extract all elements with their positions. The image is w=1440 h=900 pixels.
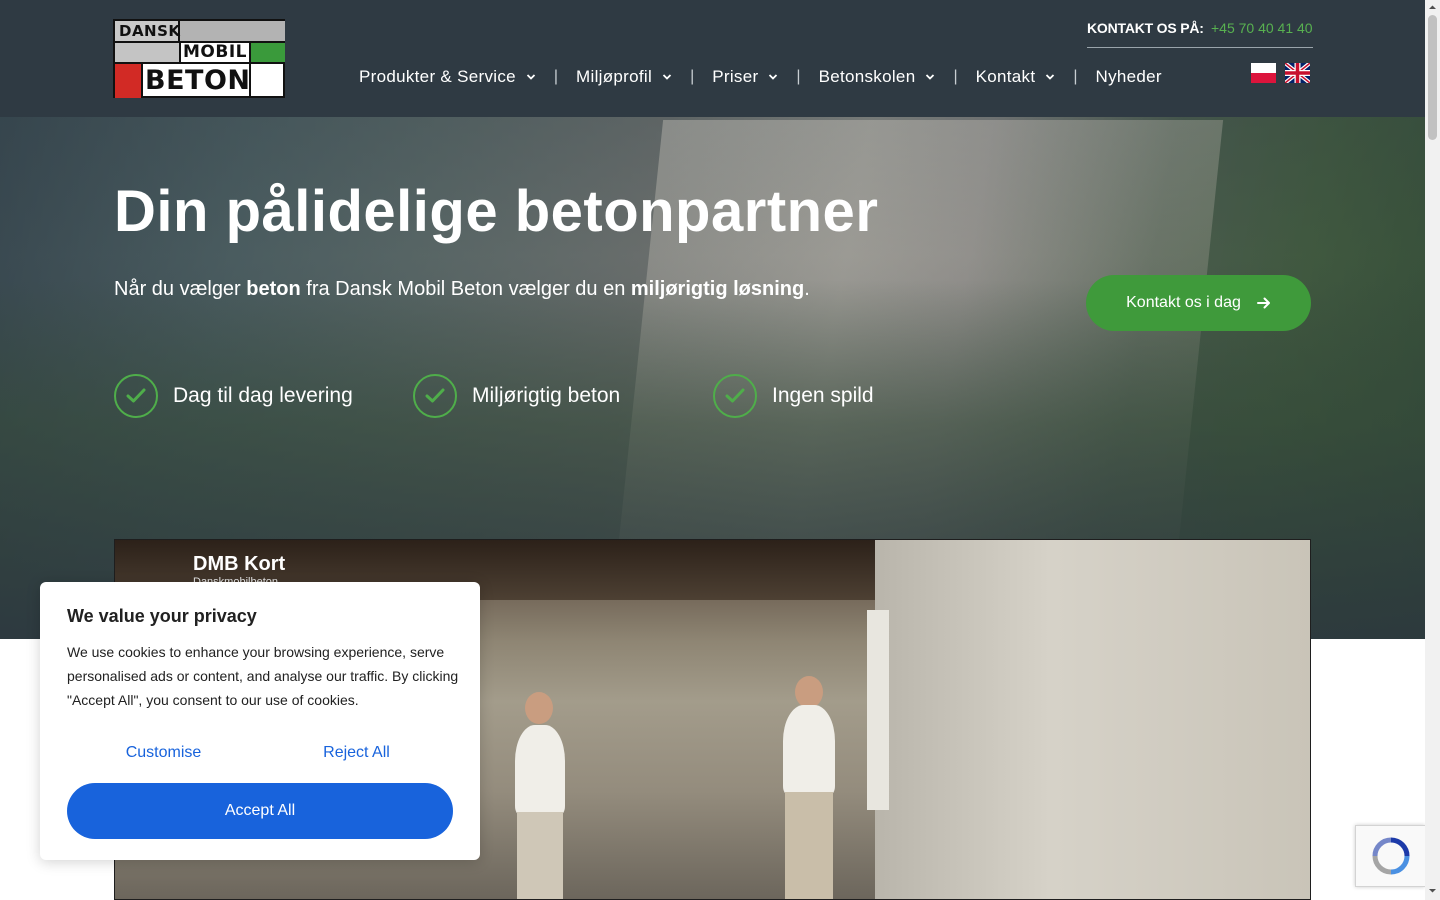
scroll-down-arrow-icon[interactable] — [1428, 886, 1437, 895]
nav-item-priser[interactable]: Priser — [712, 67, 778, 87]
page-scrollbar[interactable] — [1425, 0, 1440, 900]
chevron-down-icon — [1046, 74, 1055, 80]
contact-label: KONTAKT OS PÅ: — [1087, 20, 1204, 36]
logo-text-beton: BETON — [145, 65, 251, 96]
nav-separator: | — [1073, 68, 1078, 85]
check-circle-icon — [413, 374, 457, 418]
cookie-description: We use cookies to enhance your browsing … — [67, 644, 459, 708]
logo-green-block — [251, 41, 285, 63]
logo-line — [141, 62, 143, 98]
hero-subtitle: Når du vælger beton fra Dansk Mobil Beto… — [114, 278, 810, 301]
cookie-title: We value your privacy — [67, 606, 257, 626]
accept-all-button[interactable]: Accept All — [67, 783, 453, 839]
hero-subtitle-bold: miljørigtig løsning — [630, 278, 805, 300]
chevron-down-icon — [769, 74, 778, 80]
nav-item-miljoprofil[interactable]: Miljøprofil — [576, 67, 672, 87]
hero-title-bold: pålidelige — [225, 179, 499, 244]
video-frame-window — [867, 610, 889, 810]
header-contact: KONTAKT OS PÅ: +45 70 40 41 40 — [1087, 20, 1313, 48]
cookie-consent-banner: We value your privacy We use cookies to … — [40, 582, 480, 860]
video-frame-person — [517, 812, 563, 899]
chevron-down-icon — [662, 74, 672, 80]
hero-subtitle-bold: beton — [246, 278, 301, 300]
hero-subtitle-text: fra Dansk Mobil Beton vælger du en — [300, 278, 631, 300]
logo-block — [178, 21, 285, 41]
video-title[interactable]: DMB Kort — [193, 553, 285, 576]
logo-line — [249, 41, 251, 63]
feature-item: Ingen spild — [713, 374, 874, 418]
video-frame-person — [785, 792, 833, 899]
nav-item-produkter-service[interactable]: Produkter & Service — [359, 67, 536, 87]
nav-label: Miljøprofil — [576, 67, 653, 86]
uk-flag-icon[interactable] — [1285, 63, 1310, 83]
dansk-mobil-beton-logo[interactable]: DANSK MOBIL BETON — [113, 19, 285, 98]
arrow-right-icon — [1256, 297, 1270, 309]
hero-title: Din pålidelige betonpartner — [114, 178, 878, 245]
video-frame-wall — [875, 540, 1310, 899]
logo-red-block — [115, 63, 141, 98]
logo-block — [115, 41, 179, 63]
contact-cta-button[interactable]: Kontakt os i dag — [1086, 275, 1311, 331]
feature-label: Dag til dag levering — [173, 384, 353, 407]
recaptcha-icon — [1372, 837, 1409, 875]
customise-button[interactable]: Customise — [67, 744, 260, 762]
video-frame-person — [525, 692, 553, 724]
nav-separator: | — [553, 68, 559, 85]
nav-item-nyheder[interactable]: Nyheder — [1096, 67, 1162, 87]
check-circle-icon — [713, 374, 757, 418]
chevron-down-icon — [926, 74, 935, 80]
nav-separator: | — [796, 68, 801, 85]
feature-label: Ingen spild — [772, 384, 874, 407]
nav-item-kontakt[interactable]: Kontakt — [976, 67, 1056, 87]
nav-item-betonskolen[interactable]: Betonskolen — [819, 67, 936, 87]
chevron-down-icon — [526, 74, 536, 80]
scroll-up-arrow-icon[interactable] — [1428, 3, 1437, 12]
logo-line — [179, 41, 181, 63]
video-frame-person — [795, 676, 823, 708]
logo-text-mobil: MOBIL — [183, 42, 247, 62]
main-navigation: Produkter & Service | Miljøprofil | Pris… — [359, 64, 1162, 90]
hero-title-post: betonpartner — [514, 179, 879, 244]
nav-label: Betonskolen — [818, 67, 916, 86]
nav-label: Produkter & Service — [359, 67, 516, 86]
reject-all-button[interactable]: Reject All — [260, 744, 453, 762]
hero-subtitle-text: . — [804, 278, 810, 300]
recaptcha-badge[interactable] — [1355, 825, 1425, 887]
nav-label: Nyheder — [1095, 67, 1162, 86]
polish-flag-icon[interactable] — [1251, 63, 1276, 83]
check-circle-icon — [114, 374, 158, 418]
contact-phone-link[interactable]: +45 70 40 41 40 — [1211, 20, 1313, 36]
nav-separator: | — [953, 68, 958, 85]
feature-label: Miljørigtig beton — [472, 384, 621, 407]
cta-label: Kontakt os i dag — [1126, 294, 1241, 311]
nav-label: Priser — [712, 67, 759, 86]
nav-separator: | — [690, 68, 695, 85]
feature-item: Dag til dag levering — [114, 374, 353, 418]
video-frame-person — [783, 705, 835, 795]
site-header: DANSK MOBIL BETON KONTAKT OS PÅ: +45 70 … — [0, 0, 1425, 117]
logo-text-dansk: DANSK — [119, 22, 181, 40]
video-frame-person — [515, 725, 565, 815]
hero-subtitle-text: Når du vælger — [114, 278, 247, 300]
scrollbar-thumb[interactable] — [1428, 15, 1437, 140]
nav-label: Kontakt — [975, 67, 1036, 86]
feature-item: Miljørigtig beton — [413, 374, 620, 418]
hero-title-pre: Din — [114, 179, 209, 244]
